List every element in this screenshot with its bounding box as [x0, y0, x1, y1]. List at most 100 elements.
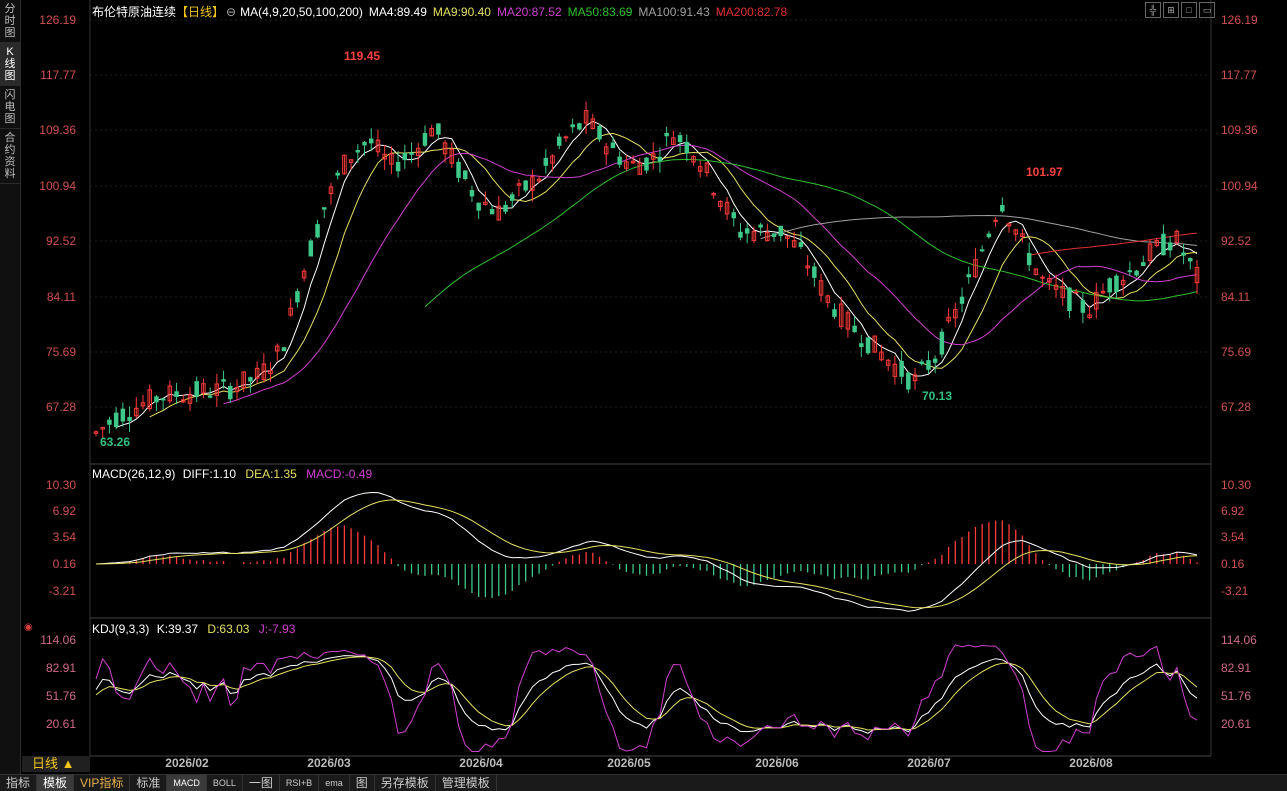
macd-tick-right: 6.92 [1221, 504, 1245, 518]
price-tick-right: 109.36 [1221, 123, 1258, 137]
candle-body [509, 194, 515, 201]
candle-body [315, 224, 320, 238]
candle-body [1161, 233, 1166, 256]
bottom-tab-4[interactable]: MACD [167, 775, 207, 791]
candle-body [1040, 276, 1045, 279]
bottom-tab-9[interactable]: 图 [350, 775, 375, 791]
settings-icon[interactable]: ⊖ [226, 5, 236, 19]
indicator-bar: 指标 模板 VIP指标 标准 MACD BOLL 一图 RSI+B ema 图另存模板 管理模板 [0, 774, 1287, 791]
candle-body [959, 296, 965, 304]
bottom-tab-11[interactable]: 管理模板 [436, 775, 497, 791]
bottom-tab-7[interactable]: RSI+B [280, 775, 320, 791]
candle-body [113, 412, 119, 427]
ma-value-5: MA200:82.78 [715, 5, 788, 19]
candle-body [1026, 252, 1032, 266]
candle-body [899, 360, 904, 377]
macd-tick-right: 0.16 [1221, 557, 1245, 571]
candle-body [194, 381, 199, 397]
macd-header: MACD(26,12,9) [92, 467, 176, 481]
candle-body [644, 157, 649, 171]
candle-body [120, 408, 126, 422]
price-tick-right: 117.77 [1221, 68, 1257, 82]
candle-body [738, 231, 743, 238]
bottom-tab-0[interactable]: 指标 [0, 775, 38, 791]
maximize-icon[interactable]: □ [1181, 2, 1197, 18]
bottom-tab-10[interactable]: 另存模板 [375, 775, 436, 791]
candle-body [563, 136, 569, 139]
candle-body [617, 156, 622, 165]
candle-body [1127, 270, 1133, 273]
candle-body [1067, 287, 1072, 312]
layout-icon[interactable]: ⊞ [1163, 2, 1179, 18]
candle-body [1134, 270, 1139, 276]
candle-body [657, 156, 663, 162]
instrument-name: 布伦特原油连续 [92, 5, 177, 19]
candle-body [127, 417, 132, 421]
kdj-tick-left: 82.91 [46, 661, 76, 675]
kdj-d: D:63.03 [207, 622, 250, 636]
candle-body [1080, 300, 1086, 313]
candle-body [758, 224, 763, 228]
macd-diff: DIFF:1.10 [182, 467, 237, 481]
candle-body [597, 125, 602, 140]
candle-body [1141, 262, 1146, 267]
candle-body [906, 372, 911, 390]
macd-tick-right: 10.30 [1221, 478, 1251, 492]
bottom-tab-6[interactable]: 一图 [243, 775, 280, 791]
kdj-j: J:-7.93 [258, 622, 296, 636]
bottom-tab-1[interactable]: 模板 [37, 775, 75, 791]
candle-body [1114, 275, 1119, 292]
macd-tick-left: 0.16 [53, 557, 77, 571]
ma-value-2: MA20:87.52 [496, 5, 562, 19]
window-icon[interactable]: ▭ [1199, 2, 1215, 18]
grid-icon[interactable]: ╬ [1145, 2, 1161, 18]
ma-value-4: MA100:91.43 [638, 5, 710, 19]
kdj-k: K:39.37 [156, 622, 199, 636]
bottom-tab-5[interactable]: BOLL [207, 775, 243, 791]
kdj-header: KDJ(9,3,3) [92, 622, 150, 636]
period-tag: 【日线】 [176, 5, 225, 19]
candle-body [322, 207, 327, 210]
candle-body [798, 242, 804, 247]
candle-body [993, 219, 998, 222]
chart-canvas[interactable]: 126.19 126.19 117.77 117.77 109.36 109.36 100.… [21, 0, 1287, 774]
candle-body [503, 204, 508, 212]
sidebar-tab-2[interactable]: 闪 电 图 [0, 86, 20, 129]
sidebar-tab-0[interactable]: 分 时 图 [0, 0, 20, 43]
ma-line-2 [223, 144, 1198, 405]
macd-tick-right: -3.21 [1221, 584, 1249, 598]
price-tick-right: 92.52 [1221, 234, 1251, 248]
candle-body [362, 141, 367, 146]
candle-body [865, 337, 871, 354]
candle-body [1167, 242, 1173, 251]
kdj-tick-right: 114.06 [1221, 633, 1257, 647]
bottom-tab-8[interactable]: ema [319, 775, 350, 791]
kdj-tick-right: 51.76 [1221, 689, 1251, 703]
sidebar-tab-3[interactable]: 合 约 资 料 [0, 129, 20, 184]
candle-body [1073, 291, 1079, 294]
candle-body [1188, 258, 1193, 262]
candle-body [281, 347, 287, 352]
price-tick-right: 67.28 [1221, 400, 1251, 414]
candle-body [744, 228, 750, 234]
candle-body [570, 124, 575, 128]
price-tick-left: 100.94 [39, 179, 76, 193]
kdj-tick-left: 20.61 [46, 717, 76, 731]
sidebar-tab-1[interactable]: K 线 图 [0, 43, 20, 86]
period-button[interactable]: 日线 ▲ [22, 756, 90, 772]
candle-body [476, 202, 481, 211]
candle-body [308, 240, 314, 257]
candle-body [160, 398, 166, 401]
bottom-tab-3[interactable]: 标准 [130, 775, 168, 791]
candle-body [295, 291, 300, 303]
kdj-tick-left: 114.06 [40, 633, 76, 647]
candle-body [932, 358, 938, 363]
candle-body [335, 172, 340, 176]
candle-body [207, 395, 213, 398]
candle-body [174, 391, 179, 397]
kdj-tick-left: 51.76 [46, 689, 76, 703]
candle-body [402, 153, 408, 161]
candle-body [812, 266, 817, 278]
bottom-tab-2[interactable]: VIP指标 [74, 775, 131, 791]
ma-value-0: MA4:89.49 [368, 5, 427, 19]
